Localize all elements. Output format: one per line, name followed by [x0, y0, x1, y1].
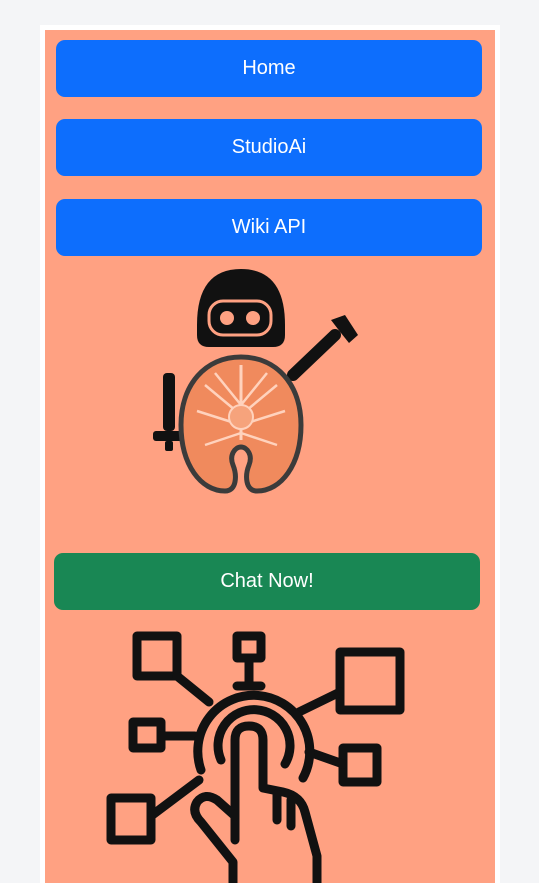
wiki-api-button[interactable]: Wiki API [56, 199, 482, 256]
touch-network-icon [106, 631, 405, 883]
studioai-button[interactable]: StudioAi [56, 119, 482, 176]
main-panel: Home StudioAi Wiki API Chat Now! [45, 30, 495, 883]
salmon-robot-icon [153, 269, 358, 494]
home-button[interactable]: Home [56, 40, 482, 97]
chat-now-button[interactable]: Chat Now! [54, 553, 480, 610]
